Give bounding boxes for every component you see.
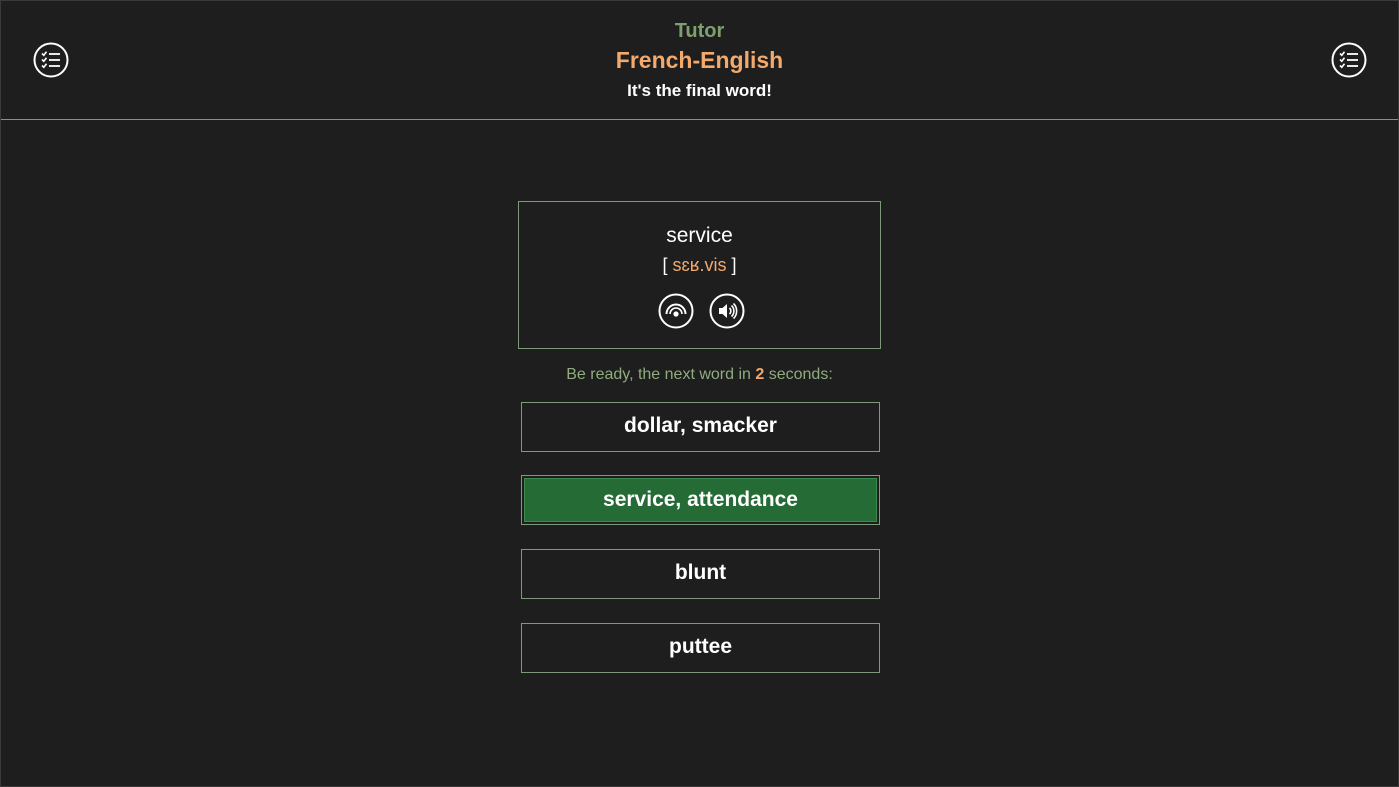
course-name: French-English — [615, 47, 784, 73]
sound-button[interactable] — [709, 293, 745, 329]
header: Tutor French-English It's the final word… — [1, 1, 1398, 120]
countdown-text: Be ready, the next word in 2 seconds: — [1, 366, 1398, 384]
reveal-button[interactable] — [658, 293, 694, 329]
countdown-seconds: 2 — [755, 366, 765, 383]
countdown-prefix: Be ready, the next word in — [566, 366, 751, 383]
answer-option-2[interactable]: service, attendance — [521, 475, 880, 525]
word-card: service [ sɛʁ.vis ] — [518, 201, 881, 349]
answer-option-label: service, attendance — [524, 478, 877, 522]
app-window: Tutor French-English It's the final word… — [0, 0, 1399, 787]
speaker-icon — [709, 293, 745, 329]
right-menu-button[interactable] — [1331, 42, 1367, 78]
transcription-ipa: sɛʁ.vis — [672, 255, 727, 275]
status-text: It's the final word! — [627, 81, 772, 100]
word-text: service — [666, 224, 733, 247]
countdown-suffix: seconds: — [768, 366, 833, 383]
transcription: [ sɛʁ.vis ] — [519, 255, 880, 276]
answer-option-3[interactable]: blunt — [521, 549, 880, 599]
app-name: Tutor — [674, 20, 725, 42]
checklist-icon — [1331, 42, 1367, 78]
answer-option-1[interactable]: dollar, smacker — [521, 402, 880, 452]
answer-option-4[interactable]: puttee — [521, 623, 880, 673]
transcription-open-bracket: [ — [662, 255, 668, 275]
transcription-close-bracket: ] — [731, 255, 737, 275]
eye-icon — [658, 293, 694, 329]
